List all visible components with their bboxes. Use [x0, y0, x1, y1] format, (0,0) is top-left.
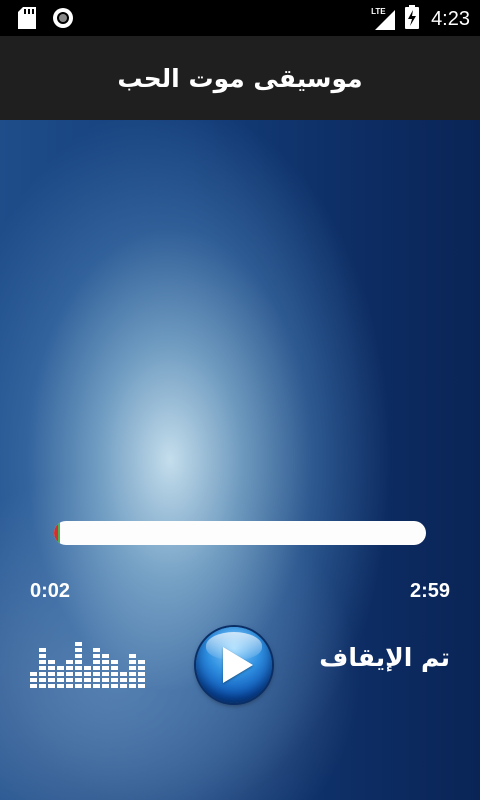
equalizer-bar [66, 658, 73, 688]
playback-status: تم الإيقاف [319, 643, 450, 672]
equalizer-bar [138, 658, 145, 688]
battery-charging-icon [405, 5, 420, 33]
total-duration: 2:59 [409, 580, 450, 602]
equalizer-bar [120, 670, 127, 688]
equalizer-bar [102, 652, 109, 688]
status-bar-right: LTE 4:23 [371, 5, 470, 33]
seek-bar[interactable] [54, 521, 426, 545]
elapsed-time: 0:02 [30, 580, 71, 602]
equalizer-bar [84, 664, 91, 688]
status-time: 4:23 [431, 7, 470, 30]
equalizer-bar [111, 658, 118, 688]
seek-bar-thumb[interactable] [58, 521, 60, 545]
equalizer-bar [39, 646, 46, 688]
record-icon [52, 7, 74, 33]
app-bar: موسيقى موت الحب [0, 36, 480, 120]
sd-card-icon [18, 7, 36, 33]
equalizer-bar [93, 646, 100, 688]
equalizer-icon [30, 640, 158, 688]
equalizer-bar [48, 658, 55, 688]
equalizer-bar [75, 640, 82, 688]
status-bar: LTE 4:23 [0, 0, 480, 36]
play-button[interactable] [196, 627, 272, 703]
play-icon [223, 647, 253, 683]
screen: LTE 4:23 موسيقى موت الحب 0:02 2:59 تم ال… [0, 0, 480, 800]
equalizer-bar [129, 652, 136, 688]
equalizer-bar [30, 670, 37, 688]
app-title: موسيقى موت الحب [117, 63, 363, 93]
status-bar-left [18, 7, 74, 33]
signal-icon: LTE [371, 7, 397, 30]
equalizer-bar [57, 664, 64, 688]
